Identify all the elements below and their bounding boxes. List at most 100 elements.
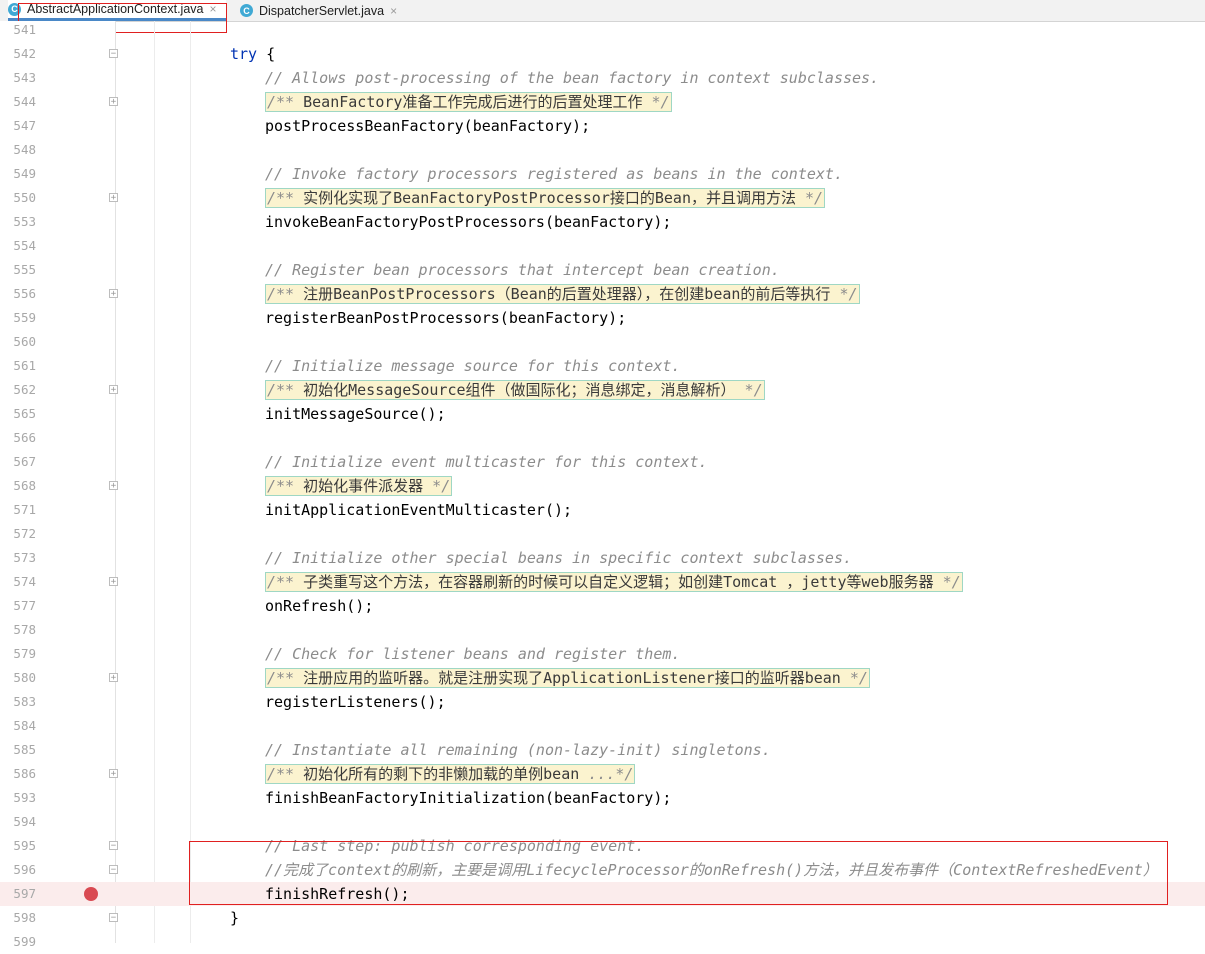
folded-doc-comment[interactable]: /** BeanFactory准备工作完成后进行的后置处理工作 */ (265, 92, 672, 112)
line-number[interactable]: 544 (0, 94, 36, 109)
line-number[interactable]: 597 (0, 886, 36, 901)
fold-collapse-icon[interactable]: − (109, 49, 118, 59)
line-number[interactable]: 562 (0, 382, 36, 397)
folded-doc-comment[interactable]: /** 初始化事件派发器 */ (265, 476, 453, 496)
line-number[interactable]: 599 (0, 934, 36, 949)
line-number[interactable]: 542 (0, 46, 36, 61)
line-number[interactable]: 550 (0, 190, 36, 205)
code-line[interactable]: 584 (0, 714, 1205, 738)
code-line[interactable]: 572 (0, 522, 1205, 546)
line-number[interactable]: 584 (0, 718, 36, 733)
line-number[interactable]: 573 (0, 550, 36, 565)
breakpoint-icon[interactable] (84, 887, 98, 901)
code-line[interactable]: 571 initApplicationEventMulticaster(); (0, 498, 1205, 522)
folded-doc-comment[interactable]: /** 注册应用的监听器。就是注册实现了ApplicationListener接… (265, 668, 870, 688)
line-number[interactable]: 596 (0, 862, 36, 877)
fold-expand-icon[interactable]: + (109, 97, 118, 107)
fold-expand-icon[interactable]: + (109, 481, 118, 491)
doc-comment-suffix: */ (423, 477, 451, 495)
code-line[interactable]: 568 + /** 初始化事件派发器 */ (0, 474, 1205, 498)
close-icon[interactable]: × (390, 4, 397, 18)
folded-doc-comment[interactable]: /** 子类重写这个方法，在容器刷新的时候可以自定义逻辑；如创建Tomcat ，… (265, 572, 963, 592)
code-line[interactable]: 548 (0, 138, 1205, 162)
code-line[interactable]: 542 − try { (0, 42, 1205, 66)
line-number[interactable]: 567 (0, 454, 36, 469)
line-number[interactable]: 574 (0, 574, 36, 589)
code-line[interactable]: 561 // Initialize message source for this… (0, 354, 1205, 378)
fold-expand-icon[interactable]: + (109, 289, 118, 299)
folded-doc-comment[interactable]: /** 实例化实现了BeanFactoryPostProcessor接口的Bea… (265, 188, 826, 208)
code-line[interactable]: 549 // Invoke factory processors register… (0, 162, 1205, 186)
line-number[interactable]: 548 (0, 142, 36, 157)
line-number[interactable]: 568 (0, 478, 36, 493)
code-line[interactable]: 567 // Initialize event multicaster for t… (0, 450, 1205, 474)
fold-expand-icon[interactable]: + (109, 769, 118, 779)
line-number[interactable]: 585 (0, 742, 36, 757)
code-line[interactable]: 598 −} (0, 906, 1205, 930)
line-number[interactable]: 554 (0, 238, 36, 253)
folded-doc-comment[interactable]: /** 注册BeanPostProcessors（Bean的后置处理器），在创建… (265, 284, 860, 304)
code-line[interactable]: 559 registerBeanPostProcessors(beanFactor… (0, 306, 1205, 330)
line-number[interactable]: 586 (0, 766, 36, 781)
code-line[interactable]: 553 invokeBeanFactoryPostProcessors(beanF… (0, 210, 1205, 234)
folded-doc-comment[interactable]: /** 初始化所有的剩下的非懒加载的单例bean ...*/ (265, 764, 636, 784)
code-line[interactable]: 562 + /** 初始化MessageSource组件（做国际化；消息绑定，消息解… (0, 378, 1205, 402)
line-number[interactable]: 556 (0, 286, 36, 301)
line-number[interactable]: 580 (0, 670, 36, 685)
line-number[interactable]: 541 (0, 22, 36, 37)
code-line[interactable]: 573 // Initialize other special beans in … (0, 546, 1205, 570)
line-number[interactable]: 571 (0, 502, 36, 517)
code-line[interactable]: 550 + /** 实例化实现了BeanFactoryPostProcessor接口… (0, 186, 1205, 210)
code-line[interactable]: 579 // Check for listener beans and regis… (0, 642, 1205, 666)
fold-collapse-icon[interactable]: − (109, 913, 118, 923)
line-number[interactable]: 566 (0, 430, 36, 445)
code-line[interactable]: 578 (0, 618, 1205, 642)
line-number[interactable]: 593 (0, 790, 36, 805)
folded-doc-comment[interactable]: /** 初始化MessageSource组件（做国际化；消息绑定，消息解析） *… (265, 380, 765, 400)
code-line[interactable]: 580 + /** 注册应用的监听器。就是注册实现了ApplicationListe… (0, 666, 1205, 690)
code-line[interactable]: 593 finishBeanFactoryInitialization(beanF… (0, 786, 1205, 810)
code-text: // Allows post-processing of the bean fa… (265, 68, 879, 88)
line-number[interactable]: 577 (0, 598, 36, 613)
code-line[interactable]: 583 registerListeners(); (0, 690, 1205, 714)
code-line[interactable]: 554 (0, 234, 1205, 258)
line-number[interactable]: 579 (0, 646, 36, 661)
code-line[interactable]: 577 onRefresh(); (0, 594, 1205, 618)
fold-collapse-icon[interactable]: − (109, 841, 118, 851)
line-number[interactable]: 547 (0, 118, 36, 133)
line-number[interactable]: 560 (0, 334, 36, 349)
line-number[interactable]: 595 (0, 838, 36, 853)
code-line[interactable]: 541 (0, 18, 1205, 42)
code-line[interactable]: 599 (0, 930, 1205, 954)
code-line[interactable]: 566 (0, 426, 1205, 450)
line-number[interactable]: 598 (0, 910, 36, 925)
line-number[interactable]: 543 (0, 70, 36, 85)
line-number[interactable]: 578 (0, 622, 36, 637)
code-line[interactable]: 574 + /** 子类重写这个方法，在容器刷新的时候可以自定义逻辑；如创建Tomc… (0, 570, 1205, 594)
code-line[interactable]: 556 + /** 注册BeanPostProcessors（Bean的后置处理器）… (0, 282, 1205, 306)
code-editor[interactable]: 541 542− try {543// Allows post-processing… (0, 18, 1205, 949)
code-line[interactable]: 555 // Register bean processors that inte… (0, 258, 1205, 282)
fold-collapse-icon[interactable]: − (109, 865, 118, 875)
code-line[interactable]: 586 + /** 初始化所有的剩下的非懒加载的单例bean ...*/ (0, 762, 1205, 786)
code-line[interactable]: 585 // Instantiate all remaining (non-laz… (0, 738, 1205, 762)
line-number[interactable]: 572 (0, 526, 36, 541)
line-number[interactable]: 559 (0, 310, 36, 325)
line-number[interactable]: 561 (0, 358, 36, 373)
code-line[interactable]: 544 + /** BeanFactory准备工作完成后进行的后置处理工作 */ (0, 90, 1205, 114)
code-line[interactable]: 543 // Allows post-processing of the bean… (0, 66, 1205, 90)
code-line[interactable]: 560 (0, 330, 1205, 354)
fold-expand-icon[interactable]: + (109, 577, 118, 587)
line-number[interactable]: 555 (0, 262, 36, 277)
line-number[interactable]: 594 (0, 814, 36, 829)
fold-expand-icon[interactable]: + (109, 193, 118, 203)
line-number[interactable]: 565 (0, 406, 36, 421)
code-line[interactable]: 565 initMessageSource(); (0, 402, 1205, 426)
fold-expand-icon[interactable]: + (109, 673, 118, 683)
fold-expand-icon[interactable]: + (109, 385, 118, 395)
line-number[interactable]: 549 (0, 166, 36, 181)
code-line[interactable]: 547 postProcessBeanFactory(beanFactory); (0, 114, 1205, 138)
code-line[interactable]: 594 (0, 810, 1205, 834)
line-number[interactable]: 583 (0, 694, 36, 709)
line-number[interactable]: 553 (0, 214, 36, 229)
